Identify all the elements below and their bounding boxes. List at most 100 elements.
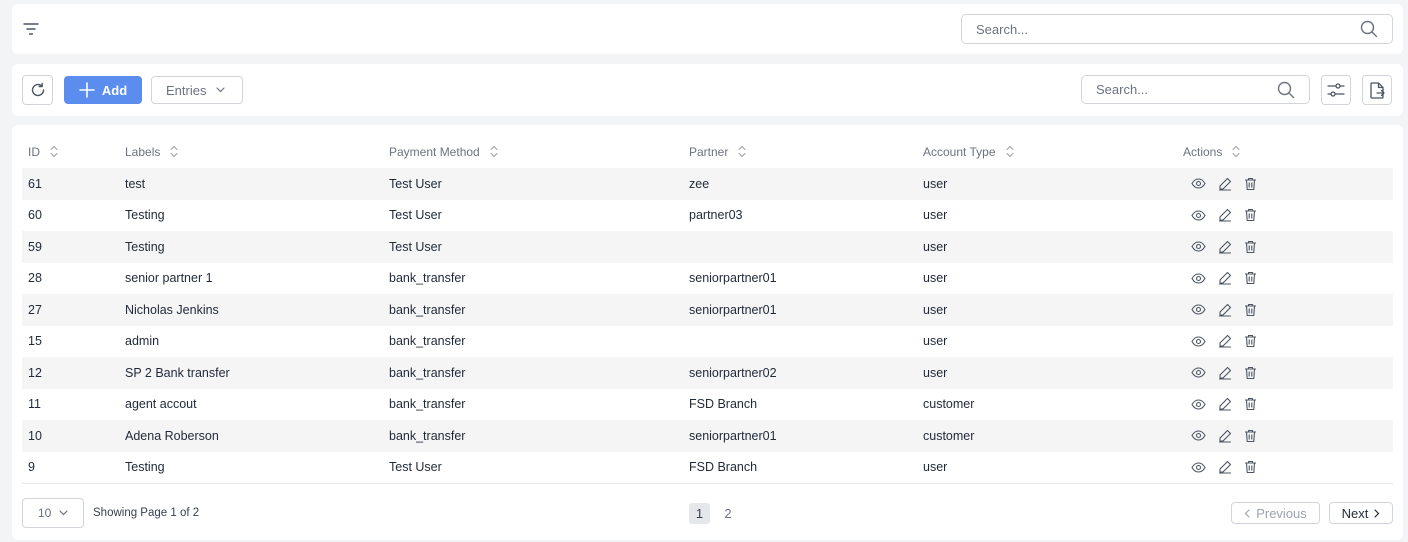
previous-label: Previous (1256, 505, 1307, 521)
search-icon[interactable] (1277, 81, 1295, 99)
global-search (961, 14, 1393, 44)
edit-icon[interactable] (1218, 271, 1232, 285)
table-header-row: ID Labels Payment Method Partner Account Typ… (22, 135, 1393, 168)
column-settings-button[interactable] (1321, 75, 1351, 105)
refresh-button[interactable] (22, 75, 53, 105)
column-header-actions[interactable]: Actions (1183, 135, 1393, 168)
search-icon[interactable] (1360, 20, 1378, 38)
eye-icon[interactable] (1191, 367, 1206, 378)
trash-icon[interactable] (1244, 429, 1257, 443)
cell-account-type: user (923, 208, 948, 223)
eye-icon[interactable] (1191, 430, 1206, 441)
eye-icon[interactable] (1191, 461, 1206, 473)
cell-id: 61 (22, 168, 125, 200)
table-row[interactable]: 9 Testing Test User FSD Branch user (22, 451, 1393, 484)
column-header-account-type[interactable]: Account Type (923, 135, 1183, 168)
filter-icon[interactable] (22, 21, 40, 37)
sort-icon[interactable] (738, 145, 746, 158)
edit-icon[interactable] (1218, 334, 1232, 348)
eye-icon[interactable] (1191, 304, 1206, 315)
eye-icon[interactable] (1191, 399, 1206, 410)
column-header-id[interactable]: ID (22, 135, 125, 168)
cell-id: 15 (28, 334, 42, 349)
sort-icon[interactable] (1232, 145, 1240, 158)
trash-icon[interactable] (1244, 334, 1257, 348)
table-row[interactable]: 59 Testing Test User user (22, 231, 1393, 263)
add-button-label: Add (101, 82, 128, 98)
top-bar (12, 4, 1403, 54)
edit-icon[interactable] (1218, 397, 1232, 411)
trash-icon[interactable] (1244, 397, 1257, 411)
cell-id: 9 (22, 451, 125, 484)
edit-icon[interactable] (1218, 460, 1232, 474)
cell-actions (1183, 200, 1393, 232)
column-header-labels[interactable]: Labels (125, 135, 389, 168)
cell-label: Nicholas Jenkins (125, 294, 389, 326)
cell-payment-method: bank_transfer (389, 397, 466, 412)
edit-icon[interactable] (1218, 303, 1232, 317)
eye-icon[interactable] (1191, 178, 1206, 189)
page-number-2[interactable]: 2 (718, 503, 738, 524)
cell-account-type: user (923, 271, 948, 286)
add-button[interactable]: Add (64, 76, 142, 104)
trash-icon[interactable] (1244, 366, 1257, 380)
column-header-label: Payment Method (389, 144, 480, 159)
table-row[interactable]: 61 test Test User zee user (22, 168, 1393, 200)
cell-partner: zee (689, 168, 923, 200)
cell-account-type: user (923, 168, 1183, 200)
cell-label: admin (125, 334, 160, 349)
column-header-payment-method[interactable]: Payment Method (389, 135, 689, 168)
edit-icon[interactable] (1218, 240, 1232, 254)
trash-icon[interactable] (1244, 460, 1257, 474)
cell-label: Testing (125, 208, 165, 223)
table-row[interactable]: 28 senior partner 1 bank_transfer seniorpar… (22, 263, 1393, 295)
column-header-partner[interactable]: Partner (689, 135, 923, 168)
cell-account-type: user (923, 231, 1183, 263)
edit-icon[interactable] (1218, 366, 1232, 380)
table-row[interactable]: 60 Testing Test User partner03 user (22, 200, 1393, 232)
eye-icon[interactable] (1191, 273, 1206, 284)
entries-dropdown[interactable]: Entries (151, 76, 243, 104)
table-toolbar: Add Entries (12, 64, 1403, 116)
showing-page-text: Showing Page 1 of 2 (93, 507, 200, 519)
cell-account-type: user (923, 451, 1183, 484)
trash-icon[interactable] (1244, 303, 1257, 317)
page-number-1[interactable]: 1 (689, 503, 710, 524)
cell-actions (1183, 420, 1393, 452)
cell-partner: partner03 (689, 208, 743, 223)
page-size-value: 10 (38, 506, 52, 520)
previous-button[interactable]: Previous (1231, 502, 1320, 524)
trash-icon[interactable] (1244, 271, 1257, 285)
next-button[interactable]: Next (1329, 502, 1393, 524)
table-search-input[interactable] (1082, 76, 1309, 103)
data-table-card: ID Labels Payment Method Partner Account Typ… (12, 125, 1403, 540)
cell-label: agent accout (125, 397, 197, 412)
sort-icon[interactable] (50, 145, 58, 158)
eye-icon[interactable] (1191, 210, 1206, 221)
table-row[interactable]: 11 agent accout bank_transfer FSD Branch cus… (22, 389, 1393, 421)
page-size-select[interactable]: 10 (22, 498, 84, 528)
edit-icon[interactable] (1218, 208, 1232, 222)
sort-icon[interactable] (170, 145, 178, 158)
sort-icon[interactable] (490, 145, 498, 158)
trash-icon[interactable] (1244, 240, 1257, 254)
table-row[interactable]: 10 Adena Roberson bank_transfer seniorpartn… (22, 420, 1393, 452)
chevron-right-icon (1374, 508, 1380, 518)
cell-id: 60 (28, 208, 42, 223)
global-search-input[interactable] (962, 15, 1392, 43)
table-row[interactable]: 15 admin bank_transfer user (22, 326, 1393, 358)
edit-icon[interactable] (1218, 429, 1232, 443)
cell-actions (1183, 357, 1393, 389)
plus-icon (79, 82, 95, 98)
eye-icon[interactable] (1191, 336, 1206, 347)
trash-icon[interactable] (1244, 177, 1257, 191)
table-row[interactable]: 27 Nicholas Jenkins bank_transfer seniorpar… (22, 294, 1393, 326)
trash-icon[interactable] (1244, 208, 1257, 222)
table-row[interactable]: 12 SP 2 Bank transfer bank_transfer seniorp… (22, 357, 1393, 389)
cell-account-type: user (923, 334, 948, 349)
sort-icon[interactable] (1005, 145, 1014, 158)
cell-partner: seniorpartner02 (689, 357, 923, 389)
edit-icon[interactable] (1218, 177, 1232, 191)
export-button[interactable] (1362, 75, 1392, 105)
eye-icon[interactable] (1191, 241, 1206, 252)
